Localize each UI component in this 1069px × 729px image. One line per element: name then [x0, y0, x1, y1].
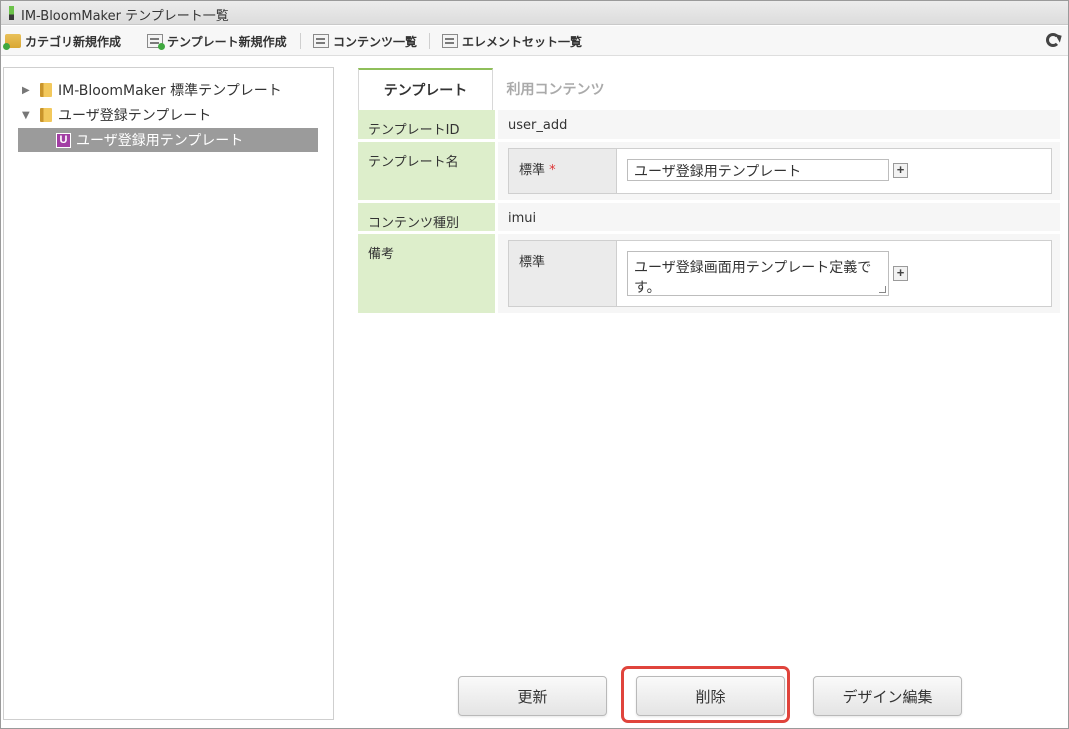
template-name-row: テンプレート名 標準 * ユーザ登録用テンプレート +	[358, 142, 1060, 200]
content-list-label: コンテンツ一覧	[333, 34, 418, 49]
tree-item-label: ユーザ登録テンプレート	[58, 108, 212, 124]
window-title: IM-BloomMaker テンプレート一覧	[21, 9, 229, 24]
content-type-row: コンテンツ種別 imui	[358, 203, 1060, 231]
locale-standard-label: 標準	[519, 163, 546, 178]
template-name-input[interactable]: ユーザ登録用テンプレート	[627, 159, 889, 181]
required-mark: *	[549, 163, 556, 178]
tree-item-label: ユーザ登録用テンプレート	[76, 133, 244, 149]
refresh-icon[interactable]	[1046, 33, 1060, 47]
remarks-label: 備考	[358, 234, 495, 313]
folder-icon	[40, 108, 52, 122]
locale-label: 標準 *	[509, 149, 617, 193]
template-id-row: テンプレートID user_add	[358, 110, 1060, 139]
toolbar-divider	[429, 33, 430, 49]
tab-template[interactable]: テンプレート	[358, 68, 493, 110]
toolbar: カテゴリ新規作成 テンプレート新規作成 コンテンツ一覧 エレメントセット一覧	[1, 26, 1068, 56]
elementset-list-button[interactable]: エレメントセット一覧	[442, 26, 582, 56]
document-add-icon	[147, 34, 165, 50]
toolbar-divider	[300, 33, 301, 49]
folder-add-icon	[3, 34, 21, 50]
expand-arrow-icon[interactable]: ▶	[22, 85, 32, 96]
tree-item-label: IM-BloomMaker 標準テンプレート	[58, 83, 282, 99]
tree-item-user-registration-template[interactable]: U ユーザ登録用テンプレート	[18, 128, 318, 152]
add-locale-button[interactable]: +	[893, 266, 908, 281]
new-category-label: カテゴリ新規作成	[25, 34, 122, 49]
locale-standard-label: 標準	[519, 255, 546, 270]
add-locale-button[interactable]: +	[893, 163, 908, 178]
remarks-locale-table: 標準 ユーザ登録画面用テンプレート定義です。 +	[508, 240, 1052, 307]
new-template-button[interactable]: テンプレート新規作成	[147, 26, 287, 56]
window-titlebar: IM-BloomMaker テンプレート一覧	[1, 1, 1068, 25]
new-category-button[interactable]: カテゴリ新規作成	[3, 26, 122, 56]
template-id-label: テンプレートID	[358, 110, 495, 139]
folder-icon	[40, 83, 52, 97]
tree-item-standard-templates[interactable]: ▶ IM-BloomMaker 標準テンプレート	[22, 78, 282, 102]
update-button[interactable]: 更新	[458, 676, 607, 716]
template-tree: ▶ IM-BloomMaker 標準テンプレート ▼ ユーザ登録テンプレート U…	[3, 67, 334, 720]
new-template-label: テンプレート新規作成	[167, 34, 287, 49]
tree-item-user-registration[interactable]: ▼ ユーザ登録テンプレート	[22, 103, 211, 127]
template-id-value: user_add	[498, 110, 1060, 139]
design-edit-button[interactable]: デザイン編集	[813, 676, 962, 716]
template-name-label: テンプレート名	[358, 142, 495, 200]
remarks-textarea[interactable]: ユーザ登録画面用テンプレート定義です。	[627, 251, 889, 296]
template-type-icon: U	[56, 132, 71, 148]
locale-label: 標準	[509, 241, 617, 306]
elementset-list-label: エレメントセット一覧	[462, 34, 583, 49]
collapse-arrow-icon[interactable]: ▼	[22, 110, 32, 121]
tab-used-contents[interactable]: 利用コンテンツ	[498, 68, 613, 110]
template-name-locale-table: 標準 * ユーザ登録用テンプレート +	[508, 148, 1052, 194]
remarks-row: 備考 標準 ユーザ登録画面用テンプレート定義です。 +	[358, 234, 1060, 313]
content-type-value: imui	[498, 203, 1060, 231]
list-icon	[442, 34, 458, 48]
list-icon	[313, 34, 329, 48]
app-marker-icon	[9, 6, 14, 20]
content-type-label: コンテンツ種別	[358, 203, 495, 231]
content-list-button[interactable]: コンテンツ一覧	[313, 26, 417, 56]
delete-button-highlight	[621, 666, 790, 723]
